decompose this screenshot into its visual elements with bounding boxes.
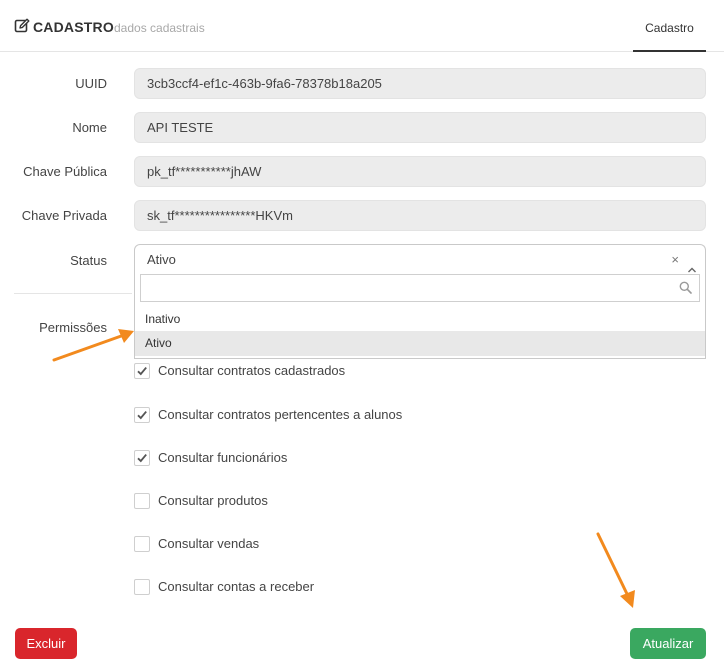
page-subtitle: dados cadastrais bbox=[114, 21, 205, 35]
chave-privada-label: Chave Privada bbox=[21, 208, 107, 223]
delete-button[interactable]: Excluir bbox=[15, 628, 77, 659]
status-selected-value: Ativo bbox=[147, 252, 176, 267]
checkbox[interactable] bbox=[134, 407, 150, 423]
permission-label: Consultar funcionários bbox=[158, 450, 288, 465]
checkbox[interactable] bbox=[134, 493, 150, 509]
checkbox[interactable] bbox=[134, 450, 150, 466]
status-label: Status bbox=[70, 253, 107, 268]
chave-privada-field[interactable]: sk_tf****************HKVm bbox=[134, 200, 706, 231]
permission-label: Consultar contratos cadastrados bbox=[158, 363, 346, 378]
tab-cadastro[interactable]: Cadastro bbox=[633, 0, 706, 52]
permissoes-label: Permissões bbox=[39, 320, 107, 335]
uuid-label: UUID bbox=[75, 76, 107, 91]
dropdown-option-inativo[interactable]: Inativo bbox=[135, 307, 705, 332]
permission-label: Consultar vendas bbox=[158, 536, 260, 551]
status-dropdown: Inativo Ativo bbox=[134, 274, 706, 359]
nome-label: Nome bbox=[72, 120, 107, 135]
edit-icon bbox=[14, 18, 30, 34]
permission-label: Consultar contas a receber bbox=[158, 579, 315, 594]
nome-field[interactable]: API TESTE bbox=[134, 112, 706, 143]
search-icon bbox=[679, 281, 692, 294]
permission-label: Consultar produtos bbox=[158, 493, 268, 508]
checkbox[interactable] bbox=[134, 536, 150, 552]
dropdown-search-input[interactable] bbox=[140, 274, 700, 302]
chevron-up-icon[interactable] bbox=[687, 255, 697, 273]
checkbox[interactable] bbox=[134, 579, 150, 595]
status-select[interactable]: Ativo × bbox=[134, 244, 706, 275]
section-divider bbox=[14, 293, 132, 294]
checkbox[interactable] bbox=[134, 363, 150, 379]
chave-publica-field[interactable]: pk_tf***********jhAW bbox=[134, 156, 706, 187]
annotation-arrow-icon bbox=[596, 532, 635, 608]
chave-publica-label: Chave Pública bbox=[23, 164, 107, 179]
page-title: CADASTRO bbox=[33, 19, 114, 35]
dropdown-option-ativo[interactable]: Ativo bbox=[135, 331, 705, 356]
update-button[interactable]: Atualizar bbox=[630, 628, 706, 659]
card-header: CADASTRO dados cadastrais Cadastro bbox=[0, 0, 724, 52]
clear-icon[interactable]: × bbox=[671, 245, 679, 275]
uuid-field[interactable]: 3cb3ccf4-ef1c-463b-9fa6-78378b18a205 bbox=[134, 68, 706, 99]
permission-label: Consultar contratos pertencentes a aluno… bbox=[158, 407, 403, 422]
